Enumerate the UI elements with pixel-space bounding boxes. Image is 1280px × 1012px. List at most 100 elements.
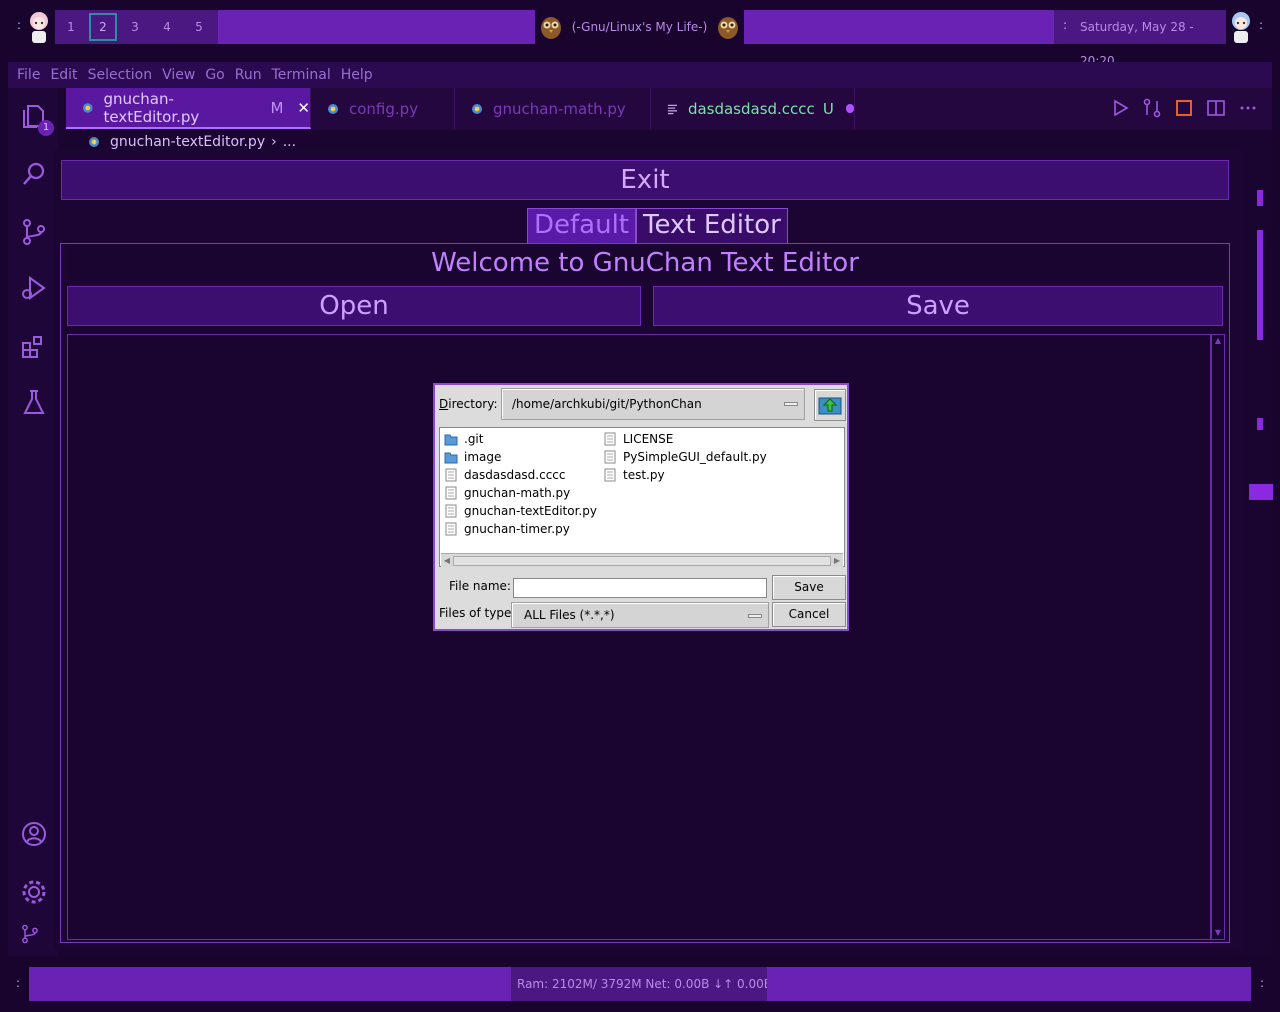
window-title: (-Gnu/Linux's My Life-) [571, 20, 708, 34]
anime-avatar-icon [30, 12, 48, 43]
dropdown-icon [748, 614, 762, 618]
filetype-select[interactable]: ALL Files (*.*,*) [511, 602, 769, 628]
clock-text: Saturday, May 28 - 20:20 [1080, 20, 1194, 68]
testing-flask-icon[interactable] [20, 388, 48, 416]
account-icon[interactable] [20, 820, 48, 848]
anime-avatar-icon [1232, 12, 1250, 43]
document-icon [604, 450, 616, 464]
dialog-save-button[interactable]: Save [772, 575, 846, 600]
tab-modified-badge: M [270, 98, 284, 117]
open-button[interactable]: Open [67, 286, 641, 326]
menu-edit[interactable]: Edit [45, 67, 82, 83]
source-control-icon[interactable] [20, 218, 48, 246]
tab-label: config.py [349, 99, 419, 118]
unsaved-dot-icon[interactable] [845, 104, 854, 113]
file-item[interactable]: test.py [603, 466, 665, 484]
breadcrumb-file[interactable]: gnuchan-textEditor.py [110, 134, 265, 150]
file-name: .git [464, 432, 484, 446]
bottombar-filler [29, 967, 511, 1001]
folder-item[interactable]: .git [444, 430, 483, 448]
settings-gear-icon[interactable] [20, 878, 48, 906]
menu-view[interactable]: View [157, 67, 200, 83]
tab-gnuchan-texteditor[interactable]: gnuchan-textEditor.py M ✕ [66, 88, 311, 129]
welcome-title: Welcome to GnuChan Text Editor [67, 247, 1223, 279]
scroll-down-arrow[interactable]: ▼ [1213, 928, 1223, 938]
run-debug-icon[interactable] [20, 274, 48, 302]
tab-default[interactable]: Default [527, 208, 636, 244]
editor-actions [1110, 98, 1258, 118]
tab-text-editor[interactable]: Text Editor [636, 208, 788, 244]
menu-selection[interactable]: Selection [83, 67, 158, 83]
file-item[interactable]: gnuchan-textEditor.py [444, 502, 597, 520]
tab-gnuchan-math[interactable]: gnuchan-math.py [455, 88, 651, 129]
dialog-cancel-button[interactable]: Cancel [772, 602, 846, 627]
git-branch-icon[interactable] [20, 924, 40, 944]
bottombar-filler [767, 967, 1251, 1001]
top-bar: : 1 2 3 4 5 (-Gnu/Linux's My Life-) Satu… [0, 0, 1280, 68]
menu-run[interactable]: Run [230, 67, 267, 83]
split-editor-icon[interactable] [1206, 98, 1226, 118]
exit-button[interactable]: Exit [61, 160, 1229, 200]
window-title-zone: (-Gnu/Linux's My Life-) [535, 10, 744, 44]
file-item[interactable]: dasdasdasd.cccc [444, 466, 566, 484]
scroll-right-arrow[interactable]: ▶ [832, 555, 842, 567]
scrollbar-thumb[interactable] [453, 556, 831, 566]
scroll-up-arrow[interactable]: ▲ [1213, 336, 1223, 346]
owl-icon [718, 17, 739, 39]
save-file-dialog: Directory: /home/archkubi/git/PythonChan… [433, 383, 849, 631]
parent-folder-button[interactable] [814, 389, 846, 421]
extensions-icon[interactable] [20, 332, 48, 360]
tab-config[interactable]: config.py [311, 88, 455, 129]
file-name: LICENSE [623, 432, 674, 446]
workspace-4[interactable]: 4 [151, 20, 183, 34]
vertical-scrollbar[interactable]: ▲ ▼ [1211, 334, 1225, 940]
tab-untracked-badge: U [822, 99, 834, 118]
document-icon [445, 522, 457, 536]
menu-go[interactable]: Go [200, 67, 229, 83]
file-item[interactable]: gnuchan-math.py [444, 484, 570, 502]
topbar-separator: : [1259, 18, 1264, 32]
topbar-filler [744, 10, 1054, 44]
directory-select[interactable]: /home/archkubi/git/PythonChan [501, 388, 805, 420]
folder-up-icon [818, 397, 842, 415]
workspace-2-active[interactable]: 2 [89, 13, 117, 41]
file-item[interactable]: PySimpleGUI_default.py [603, 448, 767, 466]
bottombar-separator: : [1260, 976, 1265, 990]
tab-dasdasdasd[interactable]: dasdasdasd.cccc U [651, 88, 855, 129]
folder-item[interactable]: image [444, 448, 501, 466]
filename-label: File name: [449, 579, 511, 593]
more-actions-icon[interactable] [1238, 98, 1258, 118]
menu-bar: File Edit Selection View Go Run Terminal… [8, 62, 1272, 88]
topbar-separator: : [1063, 18, 1068, 32]
menu-terminal[interactable]: Terminal [267, 67, 336, 83]
scroll-left-arrow[interactable]: ◀ [442, 555, 452, 567]
file-list[interactable]: .git image dasdasdasd.cccc gnuchan-math.… [439, 427, 845, 567]
explorer-badge: 1 [38, 120, 54, 136]
directory-label-text: irectory: [448, 397, 498, 411]
file-name: dasdasdasd.cccc [464, 468, 566, 482]
menu-file[interactable]: File [12, 67, 45, 83]
search-icon[interactable] [20, 160, 48, 188]
file-name: test.py [623, 468, 665, 482]
horizontal-scrollbar[interactable]: ◀ ▶ [441, 553, 843, 567]
stop-icon[interactable] [1174, 98, 1194, 118]
owl-icon [540, 17, 561, 39]
folder-icon [444, 452, 458, 464]
breadcrumb-more[interactable]: ... [283, 134, 296, 150]
tab-group: Default Text Editor [527, 208, 788, 244]
menu-help[interactable]: Help [336, 67, 378, 83]
document-icon [445, 486, 457, 500]
file-item[interactable]: LICENSE [603, 430, 673, 448]
workspace-3[interactable]: 3 [119, 20, 151, 34]
filename-input[interactable] [513, 578, 767, 598]
activity-bar: 1 [8, 88, 58, 956]
file-item[interactable]: gnuchan-timer.py [444, 520, 570, 538]
system-stats: Ram: 2102M/ 3792M Net: 0.00B ↓↑ 0.00B [511, 967, 772, 1001]
workspace-5[interactable]: 5 [183, 20, 215, 34]
text-file-icon [667, 104, 678, 114]
workspace-1[interactable]: 1 [55, 20, 87, 34]
run-play-icon[interactable] [1110, 98, 1130, 118]
compare-changes-icon[interactable] [1142, 98, 1162, 118]
save-button[interactable]: Save [653, 286, 1223, 326]
close-icon[interactable]: ✕ [297, 99, 310, 117]
